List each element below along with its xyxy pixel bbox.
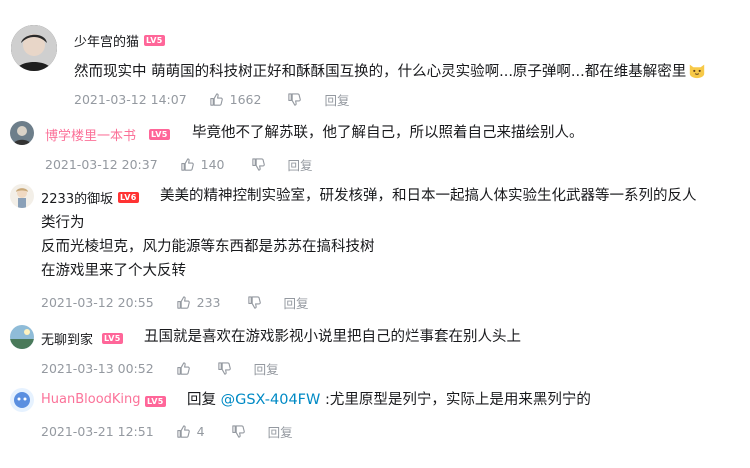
comment-meta: 2021-03-13 00:52 回复 xyxy=(41,359,279,378)
like-count: 233 xyxy=(196,295,221,310)
timestamp: 2021-03-21 12:51 xyxy=(41,424,154,439)
level-badge: LV5 xyxy=(145,396,166,407)
comment-meta: 2021-03-12 14:07 1662 回复 xyxy=(74,90,349,109)
mention-link[interactable]: @GSX-404FW xyxy=(221,392,321,408)
username[interactable]: 少年宫的猫 xyxy=(74,31,139,50)
like-button[interactable]: 233 xyxy=(176,295,221,310)
like-button[interactable]: 1662 xyxy=(209,92,262,107)
comment-meta: 2021-03-12 20:37 140 回复 xyxy=(45,155,313,174)
comment-text: 美美的精神控制实验室，研发核弹，和日本一起搞人体实验生化武器等一系列的反人 xyxy=(160,188,697,204)
like-button[interactable]: 4 xyxy=(176,424,205,439)
level-badge: LV6 xyxy=(118,192,139,203)
avatar[interactable] xyxy=(10,184,34,208)
avatar[interactable] xyxy=(10,325,34,349)
thumb-up-icon xyxy=(176,295,191,310)
thumb-up-icon xyxy=(209,92,224,107)
like-count: 140 xyxy=(200,157,225,172)
username[interactable]: 无聊到家 xyxy=(41,329,93,348)
level-badge: LV5 xyxy=(102,333,123,344)
level-badge: LV5 xyxy=(144,35,165,46)
timestamp: 2021-03-13 00:52 xyxy=(41,361,154,376)
comment-text: 回复 @GSX-404FW :尤里原型是列宁，实际上是用来黑列宁的 xyxy=(187,392,591,408)
thumb-down-icon xyxy=(287,92,302,107)
thumb-down-icon xyxy=(231,424,246,439)
thumb-up-icon xyxy=(180,157,195,172)
comment-meta: 2021-03-12 20:55 233 回复 xyxy=(41,293,309,312)
reply-button[interactable]: 回复 xyxy=(284,293,309,312)
like-count: 4 xyxy=(196,424,205,439)
thumb-down-icon xyxy=(247,295,262,310)
timestamp: 2021-03-12 20:55 xyxy=(41,295,154,310)
timestamp: 2021-03-12 20:37 xyxy=(45,157,158,172)
reply-button[interactable]: 回复 xyxy=(324,90,349,109)
reply-button[interactable]: 回复 xyxy=(288,155,313,174)
like-count: 1662 xyxy=(229,92,262,107)
username[interactable]: 博学楼里一本书 xyxy=(45,125,136,144)
timestamp: 2021-03-12 14:07 xyxy=(74,92,187,107)
avatar[interactable] xyxy=(10,388,34,412)
comment-text-continued: 类行为 反而光棱坦克，风力能源等东西都是苏苏在搞科技树 在游戏里来了个大反转 xyxy=(41,215,375,279)
dislike-button[interactable] xyxy=(217,361,232,376)
like-button[interactable] xyxy=(176,361,191,376)
thumb-up-icon xyxy=(176,361,191,376)
comment-text: 丑国就是喜欢在游戏影视小说里把自己的烂事套在别人头上 xyxy=(144,329,521,345)
reply-button[interactable]: 回复 xyxy=(268,422,293,441)
dislike-button[interactable] xyxy=(287,92,302,107)
dislike-button[interactable] xyxy=(251,157,266,172)
like-button[interactable]: 140 xyxy=(180,157,225,172)
avatar[interactable] xyxy=(10,121,34,145)
dislike-button[interactable] xyxy=(231,424,246,439)
level-badge: LV5 xyxy=(149,129,170,140)
reply-button[interactable]: 回复 xyxy=(254,359,279,378)
thumb-down-icon xyxy=(251,157,266,172)
comment-text: 毕竟他不了解苏联，他了解自己，所以照着自己来描绘别人。 xyxy=(192,125,584,141)
comment-meta: 2021-03-21 12:51 4 回复 xyxy=(41,422,293,441)
cat-face-emoji xyxy=(690,64,705,79)
thumb-down-icon xyxy=(217,361,232,376)
comment-text: 然而现实中 萌萌国的科技树正好和酥酥国互换的，什么心灵实验啊...原子弹啊...… xyxy=(74,61,706,84)
thumb-up-icon xyxy=(176,424,191,439)
dislike-button[interactable] xyxy=(247,295,262,310)
username[interactable]: HuanBloodKing xyxy=(41,392,141,407)
avatar[interactable] xyxy=(11,25,57,71)
username[interactable]: 2233的御坂 xyxy=(41,188,113,207)
